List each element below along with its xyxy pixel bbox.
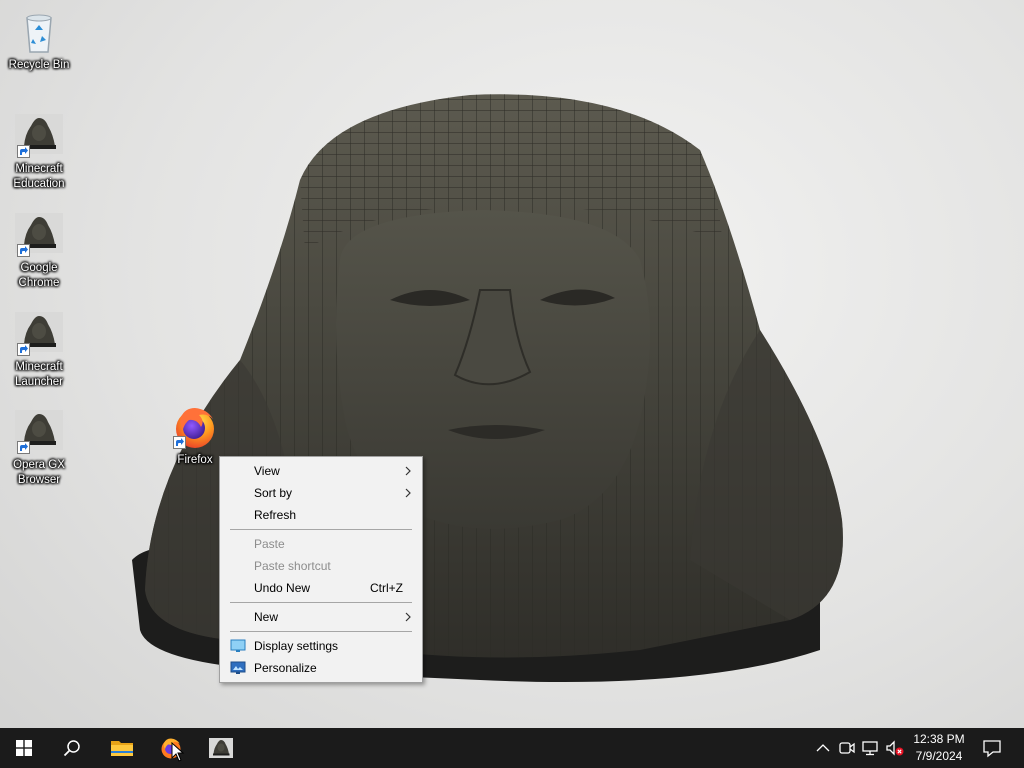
taskbar-file-explorer[interactable] bbox=[98, 728, 146, 768]
personalize-icon bbox=[230, 661, 246, 674]
desktop-icon-label: Opera GX Browser bbox=[13, 459, 65, 486]
taskbar-firefox[interactable] bbox=[147, 728, 195, 768]
menu-item-label: Paste bbox=[254, 537, 285, 551]
desktop-icon-recycle-bin[interactable]: Recycle Bin bbox=[1, 8, 77, 73]
volume-muted-icon[interactable] bbox=[885, 738, 905, 758]
recycle-bin-icon bbox=[15, 8, 63, 56]
menu-item-label: Sort by bbox=[254, 486, 293, 500]
desktop-context-menu: View Sort by Refresh Paste Paste shortcu… bbox=[219, 456, 423, 683]
firefox-icon bbox=[171, 403, 219, 451]
menu-item-personalize[interactable]: Personalize bbox=[220, 657, 422, 679]
menu-item-paste-shortcut: Paste shortcut bbox=[220, 555, 422, 577]
menu-item-label: Personalize bbox=[254, 661, 317, 675]
network-icon[interactable] bbox=[861, 738, 881, 758]
menu-item-new[interactable]: New bbox=[220, 606, 422, 628]
desktop-icon-minecraft-launcher[interactable]: Minecraft Launcher bbox=[1, 310, 77, 390]
chevron-right-icon bbox=[405, 488, 411, 498]
desktop-icon-label: Google Chrome bbox=[18, 262, 60, 289]
menu-item-label: Paste shortcut bbox=[254, 559, 331, 573]
tray-clock[interactable]: 12:38 PM 7/9/2024 bbox=[906, 731, 972, 765]
menu-item-display-settings[interactable]: Display settings bbox=[220, 635, 422, 657]
shortcut-arrow-icon bbox=[17, 145, 30, 158]
menu-item-undo-new[interactable]: Undo New Ctrl+Z bbox=[220, 577, 422, 599]
menu-item-refresh[interactable]: Refresh bbox=[220, 504, 422, 526]
desktop-icon-label: Minecraft Launcher bbox=[15, 361, 63, 388]
taskbar-statue-app[interactable] bbox=[197, 728, 245, 768]
notification-icon[interactable] bbox=[982, 738, 1002, 758]
statue-thumbnail-icon bbox=[15, 310, 63, 358]
menu-item-shortcut: Ctrl+Z bbox=[370, 581, 403, 595]
shortcut-arrow-icon bbox=[17, 244, 30, 257]
menu-separator bbox=[230, 602, 412, 603]
clock-date: 7/9/2024 bbox=[915, 749, 963, 763]
mouse-cursor-icon bbox=[171, 742, 185, 762]
desktop-icon-label: Recycle Bin bbox=[8, 59, 70, 71]
menu-item-label: Display settings bbox=[254, 639, 339, 653]
shortcut-arrow-icon bbox=[17, 343, 30, 356]
desktop-screen: Recycle Bin Minecraft Education Google C… bbox=[0, 0, 1024, 768]
statue-thumbnail-icon bbox=[15, 112, 63, 160]
chevron-right-icon bbox=[405, 466, 411, 476]
menu-item-label: Undo New bbox=[254, 581, 311, 595]
statue-thumbnail-icon bbox=[15, 211, 63, 259]
shortcut-arrow-icon bbox=[173, 436, 186, 449]
menu-item-label: Refresh bbox=[254, 508, 297, 522]
wallpaper-statue-image bbox=[132, 94, 843, 682]
search-button[interactable] bbox=[48, 728, 96, 768]
menu-separator bbox=[230, 529, 412, 530]
menu-item-label: New bbox=[254, 610, 279, 624]
search-icon bbox=[63, 740, 80, 757]
shortcut-arrow-icon bbox=[17, 441, 30, 454]
statue-thumbnail-icon bbox=[209, 738, 233, 758]
desktop-icon-google-chrome[interactable]: Google Chrome bbox=[1, 211, 77, 291]
menu-item-label: View bbox=[254, 464, 280, 478]
meet-now-icon[interactable] bbox=[837, 738, 857, 758]
taskbar: 12:38 PM 7/9/2024 bbox=[0, 728, 1024, 768]
desktop-icon-label: Minecraft Education bbox=[13, 163, 65, 190]
start-button[interactable] bbox=[0, 728, 48, 768]
menu-separator bbox=[230, 631, 412, 632]
menu-item-sort-by[interactable]: Sort by bbox=[220, 482, 422, 504]
desktop-icon-minecraft-education[interactable]: Minecraft Education bbox=[1, 112, 77, 192]
clock-time: 12:38 PM bbox=[913, 732, 965, 746]
chevron-up-icon[interactable] bbox=[813, 738, 833, 758]
display-settings-icon bbox=[230, 639, 246, 652]
menu-item-view[interactable]: View bbox=[220, 460, 422, 482]
statue-thumbnail-icon bbox=[15, 408, 63, 456]
chevron-right-icon bbox=[405, 612, 411, 622]
desktop-icon-opera-gx-browser[interactable]: Opera GX Browser bbox=[1, 408, 77, 488]
folder-icon bbox=[111, 741, 133, 756]
windows-logo-icon bbox=[16, 740, 32, 756]
menu-item-paste: Paste bbox=[220, 533, 422, 555]
